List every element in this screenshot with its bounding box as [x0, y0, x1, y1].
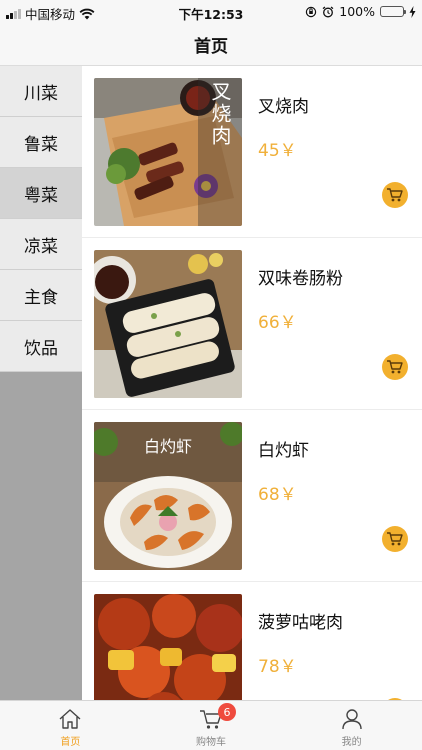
add-to-cart-button[interactable] — [382, 526, 408, 552]
dish-price: 66￥ — [258, 313, 297, 333]
carrier-label: 中国移动 — [25, 7, 76, 22]
dish-name: 双味卷肠粉 — [258, 269, 343, 289]
tab-home[interactable]: 首页 — [0, 701, 141, 750]
category-item-sichuan[interactable]: 川菜 — [0, 66, 82, 117]
orientation-lock-icon — [306, 6, 317, 17]
tab-bar: 首页 购物车 我的 6 — [0, 700, 422, 750]
cart-icon — [387, 360, 403, 374]
battery-percent: 100% — [339, 4, 375, 19]
battery-icon — [380, 6, 406, 17]
dish-list[interactable]: 叉烧肉 叉烧肉 45￥ 双味卷肠粉 66￥ 白灼虾 白灼虾 68￥ 菠萝咕咾肉 … — [82, 66, 422, 700]
dish-name: 叉烧肉 — [258, 97, 309, 117]
category-item-cold-dishes[interactable]: 凉菜 — [0, 219, 82, 270]
boiled-shrimp-photo: 白灼虾 — [94, 422, 242, 570]
user-icon — [341, 709, 362, 730]
dish-item[interactable]: 叉烧肉 叉烧肉 45￥ — [82, 66, 422, 238]
cart-icon — [387, 532, 403, 546]
char-siu-photo: 叉烧肉 — [94, 78, 242, 226]
tab-label: 首页 — [60, 737, 81, 748]
add-to-cart-button[interactable] — [382, 354, 408, 380]
sweet-sour-pork-photo — [94, 594, 242, 700]
status-right: 100% — [305, 4, 416, 19]
dish-price: 45￥ — [258, 141, 297, 161]
cart-icon — [387, 188, 403, 202]
charging-icon — [409, 5, 416, 18]
dish-item[interactable]: 菠萝咕咾肉 78￥ — [82, 582, 422, 700]
category-item-cantonese[interactable]: 粤菜 — [0, 168, 82, 219]
status-bar: 中国移动 下午12:53 100% — [0, 0, 422, 24]
tab-label: 我的 — [341, 737, 362, 748]
add-to-cart-button[interactable] — [382, 182, 408, 208]
dish-price: 78￥ — [258, 657, 297, 677]
dish-name: 菠萝咕咾肉 — [258, 613, 343, 633]
status-left: 中国移动 — [6, 4, 95, 23]
image-caption: 白灼虾 — [144, 437, 192, 456]
signal-icon — [6, 8, 21, 19]
category-sidebar: 川菜 鲁菜 粤菜 凉菜 主食 饮品 — [0, 66, 82, 700]
cart-icon — [200, 710, 222, 729]
home-icon — [59, 709, 81, 729]
category-item-drinks[interactable]: 饮品 — [0, 321, 82, 372]
dish-name: 白灼虾 — [258, 441, 309, 461]
page-title: 首页 — [194, 37, 228, 57]
category-item-shandong[interactable]: 鲁菜 — [0, 117, 82, 168]
rice-noodle-roll-photo — [94, 250, 242, 398]
dish-price: 68￥ — [258, 485, 297, 505]
tab-profile[interactable]: 我的 — [281, 701, 422, 750]
wifi-icon — [79, 8, 95, 19]
nav-bar: 首页 — [0, 24, 422, 66]
dish-item[interactable]: 白灼虾 白灼虾 68￥ — [82, 410, 422, 582]
tab-cart[interactable]: 购物车 — [141, 701, 282, 750]
category-item-staple[interactable]: 主食 — [0, 270, 82, 321]
tab-label: 购物车 — [196, 737, 226, 748]
image-caption: 叉烧肉 — [208, 81, 232, 147]
dish-item[interactable]: 双味卷肠粉 66￥ — [82, 238, 422, 410]
alarm-icon — [322, 5, 334, 17]
